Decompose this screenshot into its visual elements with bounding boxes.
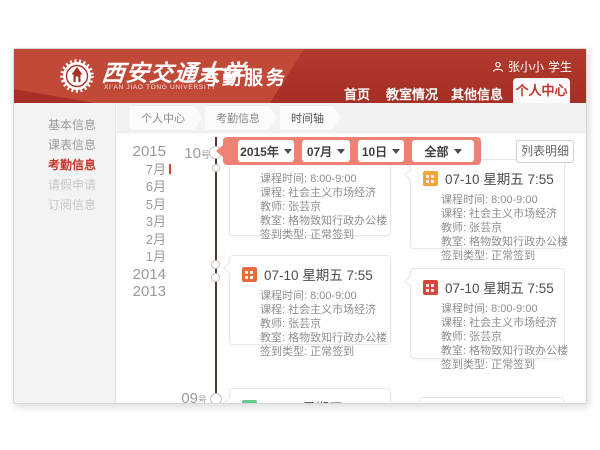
attendance-card: 07-09 星期四 7:55 — [229, 388, 391, 404]
timeline-nav-july[interactable]: 7月 — [116, 161, 166, 179]
app-window: 西安交通大学 XI'AN JIAO TONG UNIVERSITY 考勤服务 张… — [13, 48, 587, 404]
card-date-title: 07-10 星期五 7:55 — [264, 264, 373, 284]
breadcrumb: 个人中心 考勤信息 时间轴 — [117, 103, 586, 133]
timeline-nav-march[interactable]: 3月 — [116, 213, 166, 231]
card-body: 课程时间: 8:00-9:00 课程: 社会主义市场经济 教师: 张芸京 教室:… — [230, 152, 390, 242]
card-header: 07-10 星期五 7:55 — [230, 256, 390, 284]
sidebar-item-subscription-info[interactable]: 订阅信息 — [14, 195, 115, 215]
day-marker-10: 10号 — [170, 145, 210, 162]
sidebar-item-leave-request[interactable]: 请假申请 — [14, 175, 115, 195]
calendar-status-icon — [423, 171, 438, 186]
card-header: 07-09 星期四 7:55 — [230, 389, 390, 404]
user-role: 学生 — [548, 58, 572, 75]
month-dropdown[interactable]: 07月 — [302, 140, 350, 162]
timeline-nav-june[interactable]: 6月 — [116, 178, 166, 196]
timeline-nav-2015[interactable]: 2015 — [116, 143, 166, 161]
day-dropdown[interactable]: 10日 — [358, 140, 404, 162]
timeline-nav-february[interactable]: 2月 — [116, 231, 166, 249]
timeline-node — [211, 273, 220, 282]
app-header: 西安交通大学 XI'AN JIAO TONG UNIVERSITY 考勤服务 张… — [14, 49, 586, 103]
sidebar-item-schedule-info[interactable]: 课表信息 — [14, 135, 115, 155]
chevron-down-icon — [284, 149, 292, 154]
card-header: 07-10 星期五 7:55 — [411, 269, 564, 297]
day-marker-09: 09号 — [167, 390, 207, 404]
timeline-nav-january[interactable]: 1月 — [116, 248, 166, 266]
timeline-node — [210, 393, 222, 404]
filter-bar: 2015年 07月 10日 全部 — [223, 137, 481, 165]
service-title: 考勤服务 — [200, 63, 288, 90]
breadcrumb-timeline[interactable]: 时间轴 — [280, 106, 341, 130]
year-dropdown[interactable]: 2015年 — [238, 140, 294, 162]
user-name: 张小小 — [508, 58, 544, 75]
breadcrumb-attendance-info[interactable]: 考勤信息 — [205, 106, 277, 130]
card-date-title: 07-10 星期五 7:55 — [445, 168, 554, 188]
card-body: 课程时间: 8:00-9:00 课程: 社会主义市场经济 教师: 张芸京 教室:… — [230, 284, 390, 359]
card-body: 课程时间: 8:00-9:00 课程: 社会主义市场经济 教师: 张芸京 教室:… — [411, 297, 564, 372]
selected-month-tick — [169, 164, 171, 174]
sidebar-item-basic-info[interactable]: 基本信息 — [14, 115, 115, 135]
sidebar-item-attendance-info[interactable]: 考勤信息 — [14, 155, 115, 175]
nav-item-other-info[interactable]: 其他信息 — [451, 84, 503, 103]
attendance-card-partial — [419, 397, 564, 404]
timeline-date-nav: 2015 7月 6月 5月 3月 2月 1月 2014 2013 — [116, 143, 166, 301]
attendance-card: 07-10 星期五 7:55 课程时间: 8:00-9:00 课程: 社会主义市… — [410, 159, 565, 249]
timeline-node — [212, 164, 220, 172]
chevron-down-icon — [392, 149, 400, 154]
timeline-nav-may[interactable]: 5月 — [116, 196, 166, 214]
type-dropdown[interactable]: 全部 — [412, 140, 474, 162]
user-account[interactable]: 张小小 学生 — [492, 58, 572, 75]
calendar-status-icon — [242, 400, 257, 405]
timeline-node — [211, 260, 220, 269]
calendar-status-icon — [242, 267, 257, 282]
person-icon — [492, 61, 504, 73]
card-date-title: 07-10 星期五 7:55 — [445, 277, 554, 297]
list-detail-button[interactable]: 列表明细 — [516, 140, 574, 163]
attendance-card: 07-10 星期五 7:55 课程时间: 8:00-9:00 课程: 社会主义市… — [410, 268, 565, 359]
nav-item-home[interactable]: 首页 — [344, 84, 370, 103]
timeline-nav-2013[interactable]: 2013 — [116, 283, 166, 301]
chevron-down-icon — [454, 149, 462, 154]
timeline-line — [215, 137, 217, 403]
sidebar: 基本信息 课表信息 考勤信息 请假申请 订阅信息 — [14, 103, 116, 403]
breadcrumb-personal-center[interactable]: 个人中心 — [130, 106, 202, 130]
card-date-title: 07-09 星期四 7:55 — [264, 397, 373, 404]
nav-tab-personal-center[interactable]: 个人中心 — [513, 78, 570, 103]
calendar-status-icon — [423, 280, 438, 295]
xjtu-emblem-icon — [60, 59, 94, 93]
attendance-card: 07-10 星期五 7:55 课程时间: 8:00-9:00 课程: 社会主义市… — [229, 255, 391, 345]
card-body: 课程时间: 8:00-9:00 课程: 社会主义市场经济 教师: 张芸京 教室:… — [411, 188, 564, 263]
chevron-down-icon — [337, 149, 345, 154]
timeline-nav-2014[interactable]: 2014 — [116, 266, 166, 284]
nav-item-classrooms[interactable]: 教室情况 — [386, 84, 438, 103]
